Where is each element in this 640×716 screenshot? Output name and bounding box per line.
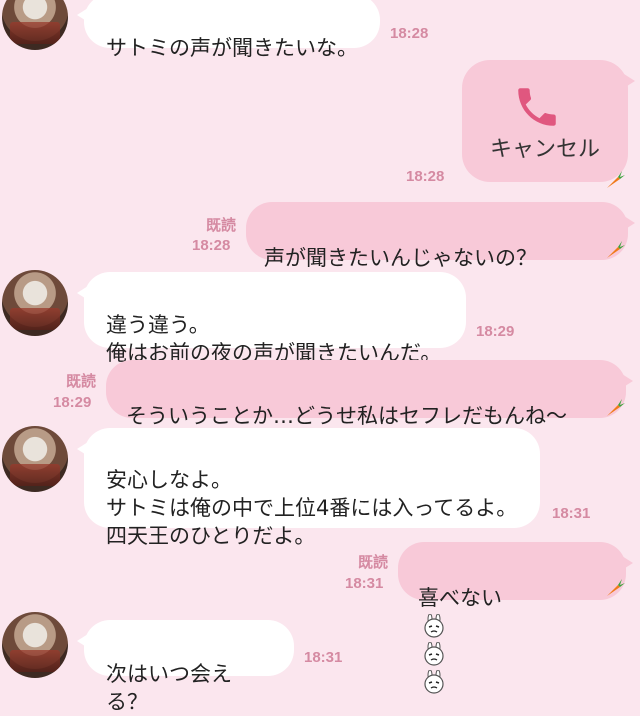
carrot-icon bbox=[607, 579, 625, 596]
message-bubble-outgoing[interactable]: 喜べない bbox=[398, 542, 633, 694]
carrot-icon bbox=[607, 241, 625, 258]
avatar[interactable] bbox=[2, 426, 68, 492]
carrot-icon bbox=[607, 399, 625, 416]
message-bubble-incoming[interactable]: 次はいつ会える？ bbox=[77, 620, 294, 714]
message-bubble-incoming[interactable]: 違う違う。 俺はお前の夜の声が聞きたいんだ。 bbox=[77, 272, 466, 365]
message-text: そういうことか…どうせ私はセフレだもんね～ bbox=[126, 404, 567, 428]
message-time: 18:28 bbox=[192, 237, 231, 254]
message-time: 18:28 bbox=[390, 25, 429, 42]
bunny-crying-icon bbox=[424, 670, 444, 694]
avatar[interactable] bbox=[2, 270, 68, 336]
message-time: 18:29 bbox=[53, 394, 92, 411]
call-cancelled-bubble[interactable]: キャンセル bbox=[462, 60, 635, 182]
bunny-crying-icon bbox=[424, 614, 444, 638]
message-text: サトミの声が聞きたいな。 bbox=[106, 36, 358, 60]
carrot-icon bbox=[607, 171, 625, 188]
message-bubble-outgoing[interactable]: 声が聞きたいんじゃないの？ bbox=[246, 202, 635, 323]
message-text: 喜べない bbox=[418, 586, 502, 610]
message-time: 18:31 bbox=[304, 649, 343, 666]
message-time: 18:31 bbox=[552, 505, 591, 522]
message-text: 声が聞きたいんじゃないの？ bbox=[264, 246, 537, 270]
bunny-crying-icon bbox=[424, 642, 444, 666]
avatar[interactable] bbox=[2, 0, 68, 50]
message-time: 18:29 bbox=[476, 323, 515, 340]
message-text: 安心しなよ。 サトミは俺の中で上位4番には入ってるよ。 四天王のひとりだよ。 bbox=[106, 468, 518, 548]
message-time: 18:31 bbox=[345, 575, 384, 592]
avatar[interactable] bbox=[2, 612, 68, 678]
message-bubble-outgoing[interactable]: そういうことか…どうせ私はセフレだもんね～ bbox=[106, 360, 633, 456]
call-label: キャンセル bbox=[489, 137, 600, 162]
message-bubble-incoming[interactable]: サトミの声が聞きたいな。 bbox=[77, 0, 380, 60]
read-receipt: 既読 bbox=[205, 217, 236, 234]
read-receipt: 既読 bbox=[65, 373, 96, 390]
message-time: 18:28 bbox=[406, 168, 445, 185]
message-text: 次はいつ会える？ bbox=[106, 662, 232, 714]
message-bubble-incoming[interactable]: 安心しなよ。 サトミは俺の中で上位4番には入ってるよ。 四天王のひとりだよ。 bbox=[77, 428, 540, 548]
read-receipt: 既読 bbox=[357, 554, 388, 571]
phone-icon bbox=[518, 88, 556, 126]
message-text: 違う違う。 俺はお前の夜の声が聞きたいんだ。 bbox=[106, 313, 442, 365]
